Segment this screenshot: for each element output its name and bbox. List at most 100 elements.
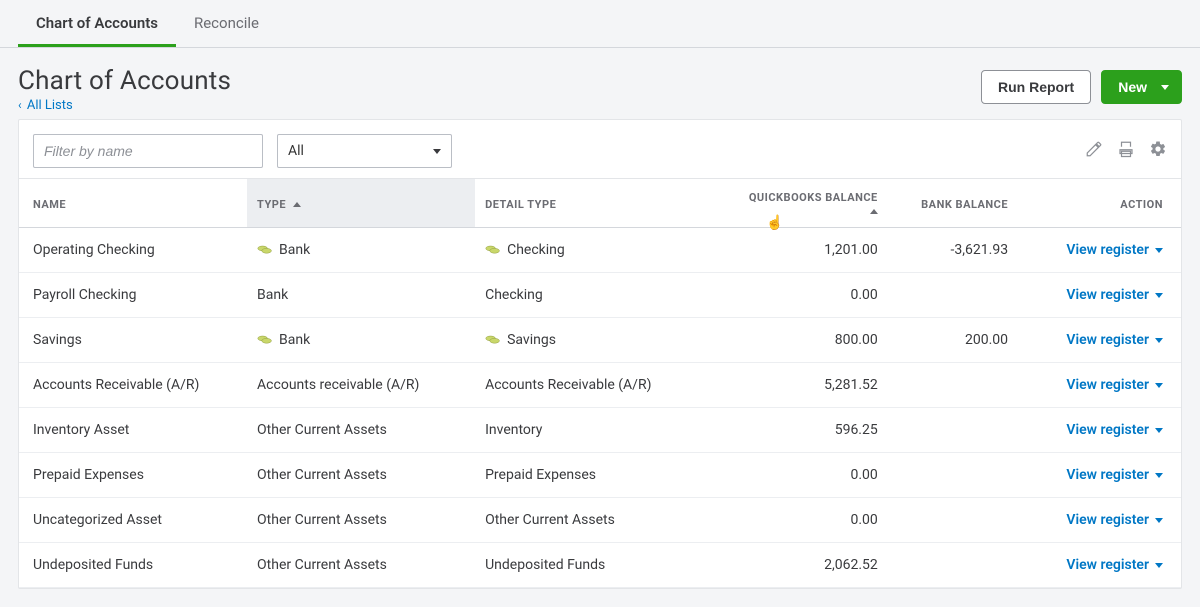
card-toolbar: All xyxy=(19,120,1181,178)
view-register-link[interactable]: View register xyxy=(1066,332,1163,348)
table-row: SavingsBankSavings800.00200.00View regis… xyxy=(19,318,1181,363)
chevron-down-icon xyxy=(1155,473,1163,478)
cell-qb-balance: 2,062.52 xyxy=(725,543,888,588)
col-detail-type-header[interactable]: DETAIL TYPE xyxy=(475,179,725,228)
cell-action: View register xyxy=(1018,408,1181,453)
cell-detail-type: Checking xyxy=(475,228,725,273)
chevron-down-icon xyxy=(433,149,441,154)
cell-detail-type: Inventory xyxy=(475,408,725,453)
cell-detail-type: Checking xyxy=(475,273,725,318)
view-register-link[interactable]: View register xyxy=(1066,377,1163,393)
cell-bank-balance xyxy=(888,363,1018,408)
table-row: Undeposited FundsOther Current AssetsUnd… xyxy=(19,543,1181,588)
view-register-link[interactable]: View register xyxy=(1066,512,1163,528)
chevron-down-icon xyxy=(1161,85,1169,90)
filter-by-name-input[interactable] xyxy=(33,134,263,168)
back-all-lists-link[interactable]: ‹ All Lists xyxy=(18,98,231,113)
cell-action: View register xyxy=(1018,228,1181,273)
col-name-header[interactable]: NAME xyxy=(19,179,247,228)
cell-qb-balance: 1,201.00 xyxy=(725,228,888,273)
cell-action: View register xyxy=(1018,318,1181,363)
edit-pencil-icon[interactable] xyxy=(1085,140,1103,162)
chevron-left-icon: ‹ xyxy=(18,98,22,112)
tab-reconcile[interactable]: Reconcile xyxy=(176,0,277,47)
cell-account-type: Other Current Assets xyxy=(247,543,475,588)
cell-action: View register xyxy=(1018,363,1181,408)
cell-account-name: Operating Checking xyxy=(19,228,247,273)
run-report-label: Run Report xyxy=(998,79,1074,95)
cell-account-name: Payroll Checking xyxy=(19,273,247,318)
page-title: Chart of Accounts xyxy=(18,66,231,96)
col-quickbooks-balance-header[interactable]: QUICKBOOKS BALANCE ☝ xyxy=(725,179,888,228)
cell-account-type: Accounts receivable (A/R) xyxy=(247,363,475,408)
table-row: Uncategorized AssetOther Current AssetsO… xyxy=(19,498,1181,543)
cell-account-name: Inventory Asset xyxy=(19,408,247,453)
top-tabs: Chart of Accounts Reconcile xyxy=(0,0,1200,48)
type-filter-select[interactable]: All xyxy=(277,134,452,168)
col-qb-balance-label: QUICKBOOKS BALANCE xyxy=(749,191,878,204)
cell-detail-type: Undeposited Funds xyxy=(475,543,725,588)
cell-qb-balance: 800.00 xyxy=(725,318,888,363)
table-row: Operating CheckingBankChecking1,201.00-3… xyxy=(19,228,1181,273)
cell-qb-balance: 5,281.52 xyxy=(725,363,888,408)
cell-account-name: Savings xyxy=(19,318,247,363)
cell-detail-type: Savings xyxy=(475,318,725,363)
cell-qb-balance: 0.00 xyxy=(725,498,888,543)
sort-asc-icon xyxy=(293,202,301,207)
view-register-link[interactable]: View register xyxy=(1066,287,1163,303)
cell-bank-balance xyxy=(888,453,1018,498)
cell-action: View register xyxy=(1018,453,1181,498)
col-type-header[interactable]: TYPE xyxy=(247,179,475,228)
new-button-label: New xyxy=(1118,79,1147,95)
cell-bank-balance xyxy=(888,273,1018,318)
tab-chart-of-accounts[interactable]: Chart of Accounts xyxy=(18,0,176,47)
back-link-label: All Lists xyxy=(27,98,73,113)
table-row: Inventory AssetOther Current AssetsInven… xyxy=(19,408,1181,453)
chevron-down-icon xyxy=(1155,338,1163,343)
col-type-label: TYPE xyxy=(257,198,286,211)
cell-account-type: Bank xyxy=(247,273,475,318)
view-register-link[interactable]: View register xyxy=(1066,242,1163,258)
chevron-down-icon xyxy=(1155,383,1163,388)
view-register-link[interactable]: View register xyxy=(1066,422,1163,438)
cell-account-type: Other Current Assets xyxy=(247,408,475,453)
cell-detail-type: Prepaid Expenses xyxy=(475,453,725,498)
table-row: Accounts Receivable (A/R)Accounts receiv… xyxy=(19,363,1181,408)
cell-account-type: Bank xyxy=(247,318,475,363)
accounts-table: NAME TYPE DETAIL TYPE QUICKBOOKS BALANCE… xyxy=(19,178,1181,588)
print-icon[interactable] xyxy=(1117,140,1135,162)
cell-qb-balance: 0.00 xyxy=(725,273,888,318)
money-stack-icon xyxy=(485,242,501,252)
cell-account-name: Accounts Receivable (A/R) xyxy=(19,363,247,408)
cell-account-type: Bank xyxy=(247,228,475,273)
col-bank-balance-header[interactable]: BANK BALANCE xyxy=(888,179,1018,228)
cell-account-name: Undeposited Funds xyxy=(19,543,247,588)
money-stack-icon xyxy=(485,332,501,342)
cell-action: View register xyxy=(1018,273,1181,318)
cell-account-name: Uncategorized Asset xyxy=(19,498,247,543)
type-filter-value: All xyxy=(288,143,304,159)
cell-detail-type: Accounts Receivable (A/R) xyxy=(475,363,725,408)
cell-account-type: Other Current Assets xyxy=(247,453,475,498)
chevron-down-icon xyxy=(1155,563,1163,568)
cell-qb-balance: 0.00 xyxy=(725,453,888,498)
view-register-link[interactable]: View register xyxy=(1066,467,1163,483)
cell-action: View register xyxy=(1018,543,1181,588)
cell-detail-type: Other Current Assets xyxy=(475,498,725,543)
new-account-button[interactable]: New xyxy=(1101,70,1182,104)
cell-account-name: Prepaid Expenses xyxy=(19,453,247,498)
view-register-link[interactable]: View register xyxy=(1066,557,1163,573)
money-stack-icon xyxy=(257,332,273,342)
accounts-card: All NAME TYPE DETAIL TYPE xyxy=(18,119,1182,589)
cell-bank-balance xyxy=(888,543,1018,588)
chevron-down-icon xyxy=(1155,293,1163,298)
cell-bank-balance: -3,621.93 xyxy=(888,228,1018,273)
chevron-down-icon xyxy=(1155,428,1163,433)
cell-bank-balance xyxy=(888,498,1018,543)
sort-asc-icon xyxy=(870,209,878,214)
run-report-button[interactable]: Run Report xyxy=(981,70,1091,104)
col-action-header: ACTION xyxy=(1018,179,1181,228)
money-stack-icon xyxy=(257,242,273,252)
settings-gear-icon[interactable] xyxy=(1149,140,1167,162)
cell-qb-balance: 596.25 xyxy=(725,408,888,453)
